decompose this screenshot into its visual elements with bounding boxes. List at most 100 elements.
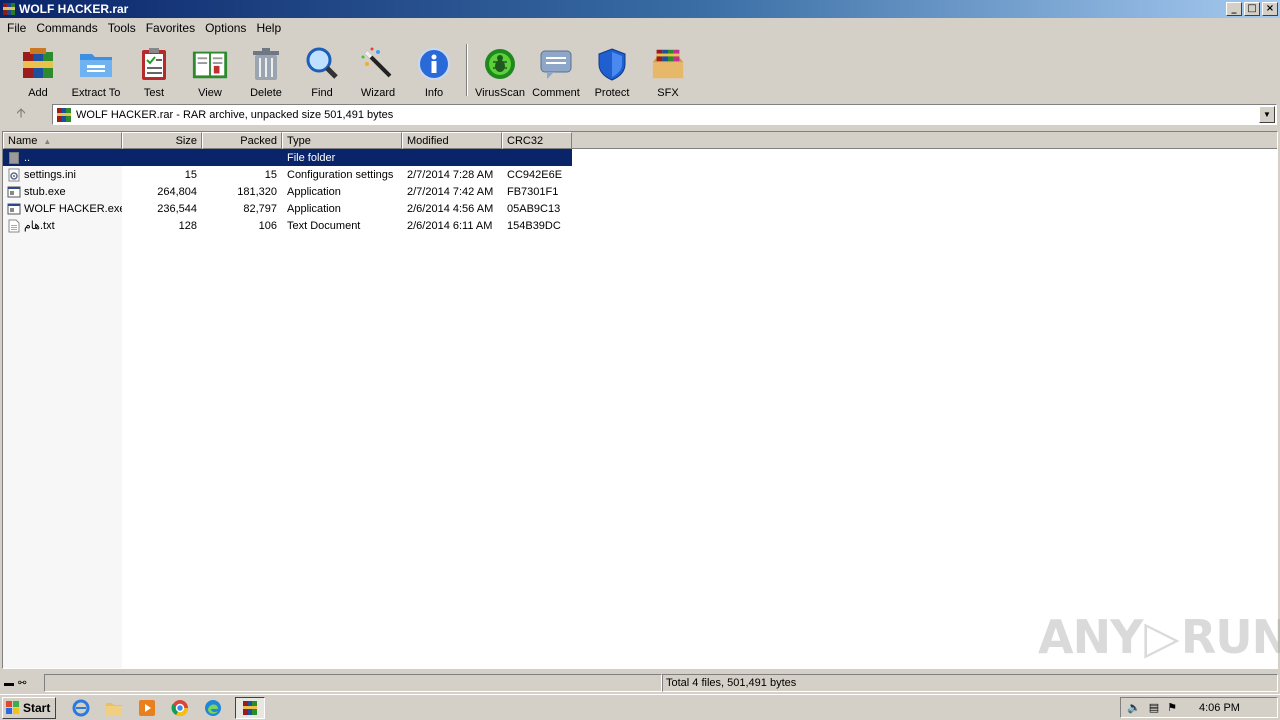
file-crc: CC942E6E — [507, 168, 563, 181]
column-header-type[interactable]: Type — [282, 132, 402, 149]
start-label: Start — [23, 700, 51, 715]
sfx-box-icon — [649, 45, 687, 83]
sfx-button[interactable]: SFX — [640, 39, 696, 101]
anyrun-watermark: ANY ▷ RUN — [1038, 607, 1280, 667]
chrome-icon[interactable] — [169, 697, 191, 719]
info-icon — [415, 45, 453, 83]
ini-file-icon — [8, 168, 20, 181]
edge-icon[interactable] — [202, 697, 224, 719]
volume-icon[interactable]: 🔈 — [1127, 701, 1141, 714]
restore-button[interactable]: □ — [1244, 2, 1260, 16]
exe-file-icon — [7, 186, 21, 197]
column-headers: Name ▲ Size Packed Type Modified CRC32 — [3, 132, 1277, 149]
address-text: WOLF HACKER.rar - RAR archive, unpacked … — [76, 108, 394, 121]
file-explorer-icon[interactable] — [103, 697, 125, 719]
address-bar: 🡩 WOLF HACKER.rar - RAR archive, unpacke… — [0, 102, 1280, 128]
quick-launch — [70, 696, 265, 719]
column-header-crc32[interactable]: CRC32 — [502, 132, 572, 149]
file-packed: 106 — [258, 219, 277, 232]
file-size: 128 — [178, 219, 197, 232]
column-header-name-label: Name — [8, 135, 38, 147]
drive-icon[interactable]: ▬ — [4, 678, 14, 689]
file-modified: 2/6/2014 4:56 AM — [407, 202, 494, 215]
find-button[interactable]: Find — [294, 39, 350, 101]
find-label: Find — [311, 87, 333, 99]
virusscan-button[interactable]: VirusScan — [472, 39, 528, 101]
table-row[interactable]: WOLF HACKER.exe 236,544 82,797 Applicati… — [3, 200, 572, 217]
close-button[interactable]: × — [1262, 2, 1278, 16]
delete-button[interactable]: Delete — [238, 39, 294, 101]
file-size: 236,544 — [157, 202, 197, 215]
status-total: Total 4 files, 501,491 bytes — [662, 674, 1278, 692]
windows-logo-icon — [6, 700, 19, 714]
title-bar: WOLF HACKER.rar _ □ × — [0, 0, 1280, 18]
file-crc: 05AB9C13 — [507, 202, 561, 215]
address-dropdown-button[interactable]: ▼ — [1259, 106, 1275, 123]
test-label: Test — [143, 87, 165, 99]
menu-options[interactable]: Options — [200, 19, 251, 37]
delete-label: Delete — [250, 87, 282, 99]
file-crc: 154B39DC — [507, 219, 561, 232]
column-header-name[interactable]: Name ▲ — [3, 132, 122, 149]
test-clipboard-icon — [135, 45, 173, 83]
play-icon: ▷ — [1144, 610, 1179, 664]
action-center-flag-icon[interactable]: ⚑ — [1167, 701, 1177, 714]
menu-bar: File Commands Tools Favorites Options He… — [0, 18, 1280, 37]
menu-commands[interactable]: Commands — [31, 19, 102, 37]
menu-favorites[interactable]: Favorites — [141, 19, 200, 37]
media-player-icon[interactable] — [136, 697, 158, 719]
clock[interactable]: 4:06 PM — [1199, 702, 1240, 714]
comment-button[interactable]: Comment — [528, 39, 584, 101]
file-modified — [402, 149, 502, 166]
extract-to-button[interactable]: Extract To — [66, 39, 126, 101]
add-button[interactable]: Add — [10, 39, 66, 101]
view-button[interactable]: View — [182, 39, 238, 101]
menu-tools[interactable]: Tools — [103, 19, 141, 37]
rar-archive-icon — [57, 107, 71, 122]
magnifier-icon — [303, 45, 341, 83]
watermark-left-text: ANY — [1038, 610, 1143, 664]
up-one-level-button[interactable]: 🡩 — [0, 104, 42, 126]
up-arrow-icon: 🡩 — [16, 105, 26, 120]
exe-file-icon — [7, 203, 21, 214]
winrar-taskbar-button[interactable] — [235, 696, 265, 719]
protect-label: Protect — [594, 87, 630, 99]
system-tray: 🔈 ▤ ⚑ 4:06 PM — [1120, 697, 1278, 718]
info-button[interactable]: Info — [406, 39, 462, 101]
file-type: Application — [287, 185, 341, 198]
internet-explorer-icon[interactable] — [70, 697, 92, 719]
file-name: هام.txt — [24, 220, 55, 232]
add-label: Add — [28, 87, 48, 99]
file-modified: 2/6/2014 6:11 AM — [407, 219, 493, 232]
window-title: WOLF HACKER.rar — [19, 2, 129, 16]
magic-wand-icon — [359, 45, 397, 83]
winrar-app-icon — [3, 3, 15, 15]
file-packed: 181,320 — [237, 185, 277, 198]
table-row[interactable]: هام.txt 128 106 Text Document 2/6/2014 6… — [3, 217, 572, 234]
menu-help[interactable]: Help — [251, 19, 286, 37]
table-row[interactable]: settings.ini 15 15 Configuration setting… — [3, 166, 572, 183]
column-header-packed[interactable]: Packed — [202, 132, 282, 149]
start-button[interactable]: Start — [2, 696, 56, 719]
wizard-label: Wizard — [360, 87, 396, 99]
column-header-modified[interactable]: Modified — [402, 132, 502, 149]
extract-to-label: Extract To — [71, 87, 121, 99]
key-icon[interactable]: ⚯ — [18, 678, 26, 689]
info-label: Info — [424, 87, 444, 99]
minimize-button[interactable]: _ — [1226, 2, 1242, 16]
bug-icon — [481, 45, 519, 83]
shield-icon — [593, 45, 631, 83]
menu-file[interactable]: File — [2, 19, 31, 37]
column-header-size[interactable]: Size — [122, 132, 202, 149]
file-size: 15 — [184, 168, 197, 181]
protect-button[interactable]: Protect — [584, 39, 640, 101]
wizard-button[interactable]: Wizard — [350, 39, 406, 101]
address-field[interactable]: WOLF HACKER.rar - RAR archive, unpacked … — [52, 104, 1277, 125]
file-size: 264,804 — [157, 185, 197, 198]
network-icon[interactable]: ▤ — [1149, 701, 1159, 714]
add-archive-icon — [19, 45, 57, 83]
test-button[interactable]: Test — [126, 39, 182, 101]
table-row[interactable]: .. File folder — [3, 149, 572, 166]
file-list: Name ▲ Size Packed Type Modified CRC32 ..… — [2, 131, 1278, 669]
table-row[interactable]: stub.exe 264,804 181,320 Application 2/7… — [3, 183, 572, 200]
